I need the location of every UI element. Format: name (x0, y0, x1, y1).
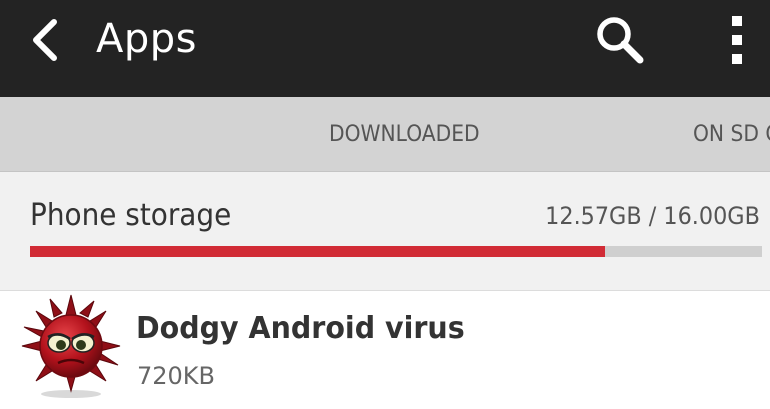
apps-screen: Apps DOWNLOADED ON SD C Phone storage 12… (0, 0, 770, 409)
storage-label: Phone storage (30, 198, 232, 233)
app-size: 720KB (137, 362, 216, 390)
search-icon[interactable] (594, 14, 646, 66)
storage-progress-bar (30, 246, 762, 257)
page-title: Apps (96, 16, 197, 62)
back-arrow-icon[interactable] (28, 18, 68, 62)
virus-icon (21, 294, 121, 398)
storage-progress-fill (30, 246, 606, 257)
phone-storage-panel: Phone storage 12.57GB / 16.00GB (0, 172, 770, 291)
overflow-menu-icon[interactable] (724, 14, 750, 66)
app-name: Dodgy Android virus (136, 311, 465, 346)
app-list-item[interactable]: Dodgy Android virus 720KB (0, 291, 770, 409)
tab-downloaded[interactable]: DOWNLOADED (329, 122, 480, 147)
action-bar: Apps (0, 0, 770, 97)
tab-on-sd-card[interactable]: ON SD C (693, 122, 770, 147)
storage-usage-text: 12.57GB / 16.00GB (545, 202, 760, 230)
tab-strip: DOWNLOADED ON SD C (0, 97, 770, 172)
